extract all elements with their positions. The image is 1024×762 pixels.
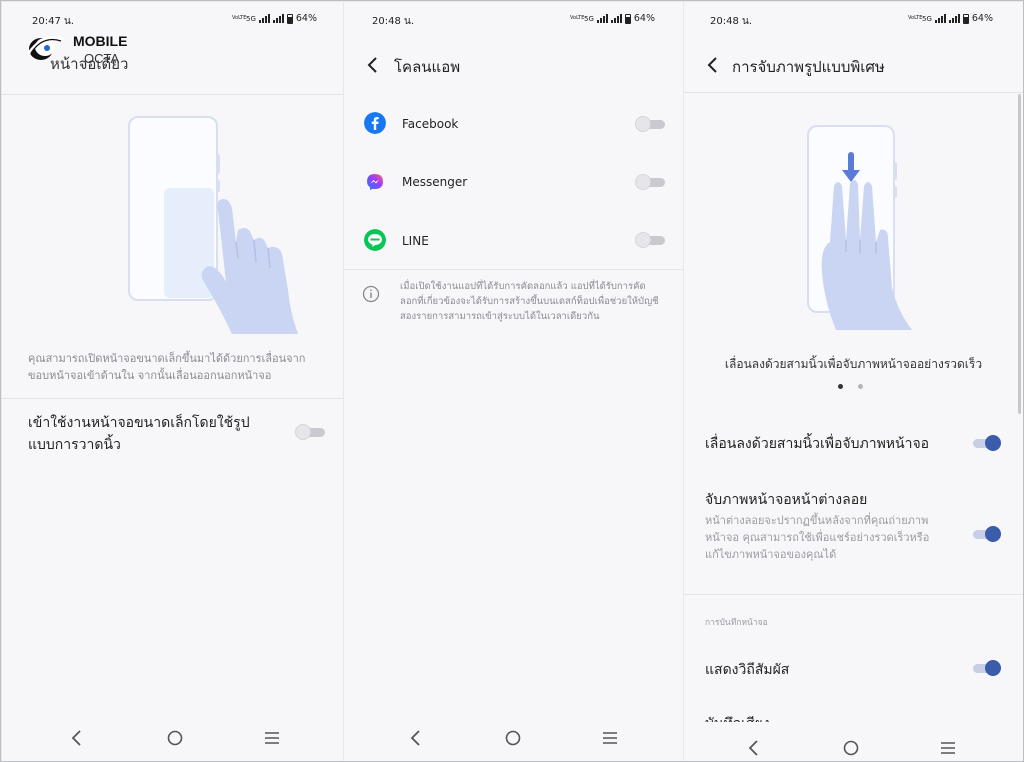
signal-icon bbox=[258, 14, 270, 23]
5g-label: 5G bbox=[245, 14, 256, 23]
three-finger-illustration bbox=[807, 125, 912, 330]
battery-percent: 64% bbox=[971, 13, 993, 24]
page-dot bbox=[858, 384, 863, 389]
nav-home-icon[interactable] bbox=[504, 729, 522, 747]
page-title: โคลนแอพ bbox=[394, 58, 461, 76]
nav-menu-icon[interactable] bbox=[602, 731, 618, 745]
app-row-line[interactable]: LINE bbox=[344, 224, 683, 258]
line-icon bbox=[364, 229, 386, 251]
nav-home-icon[interactable] bbox=[842, 739, 860, 757]
show-touches-toggle[interactable] bbox=[971, 660, 1001, 676]
status-icons: VoLTE 5G 64% bbox=[232, 13, 317, 24]
status-time: 20:48 น. bbox=[710, 16, 753, 27]
panel-one-handed: 20:47 น. VoLTE 5G 64% หน้าจอเดียว MOBILE bbox=[2, 2, 343, 761]
signal-icon bbox=[934, 14, 946, 23]
divider bbox=[684, 594, 1023, 595]
line-clone-toggle[interactable] bbox=[635, 232, 665, 248]
page-dot-active bbox=[838, 384, 843, 389]
logo-text-octa: OCTA bbox=[84, 51, 120, 66]
system-nav-bar bbox=[684, 727, 1023, 761]
app-row-messenger[interactable]: Messenger bbox=[344, 166, 683, 200]
one-handed-illustration bbox=[128, 116, 298, 334]
setting-label: บันทึกเสียง bbox=[705, 713, 770, 722]
status-time: 20:47 น. bbox=[32, 16, 75, 27]
app-name: LINE bbox=[402, 234, 429, 248]
screenshot-frame: 20:47 น. VoLTE 5G 64% หน้าจอเดียว MOBILE bbox=[0, 0, 1024, 762]
setting-row-show-touches[interactable]: แสดงวิถีสัมผัส bbox=[684, 652, 1023, 686]
facebook-icon bbox=[364, 112, 386, 134]
page-title: การจับภาพรูปแบบพิเศษ bbox=[732, 58, 885, 76]
battery-icon bbox=[962, 13, 969, 24]
panel-app-clone: 20:48 น. VoLTE 5G 64% โคลนแอพ Facebook M… bbox=[344, 2, 683, 761]
5g-label: 5G bbox=[921, 14, 932, 23]
divider bbox=[2, 94, 343, 95]
nav-back-icon[interactable] bbox=[748, 739, 760, 757]
status-icons: VoLTE 5G 64% bbox=[570, 13, 655, 24]
logo-icon bbox=[27, 36, 64, 60]
messenger-clone-toggle[interactable] bbox=[635, 174, 665, 190]
info-text: เมื่อเปิดใช้งานแอปที่ได้รับการคัดลอกแล้ว… bbox=[400, 281, 659, 322]
signal-icon bbox=[272, 14, 284, 23]
status-bar: 20:48 น. VoLTE 5G 64% bbox=[344, 13, 683, 29]
volte-icon: VoLTE bbox=[231, 15, 247, 21]
status-bar: 20:47 น. VoLTE 5G 64% bbox=[2, 13, 343, 29]
feature-description: คุณสามารถเปิดหน้าจอขนาดเล็กขึ้นมาได้ด้วย… bbox=[28, 352, 306, 382]
header: การจับภาพรูปแบบพิเศษ bbox=[684, 52, 1023, 78]
app-name: Facebook bbox=[402, 117, 459, 131]
system-nav-bar bbox=[2, 727, 343, 751]
5g-label: 5G bbox=[583, 14, 594, 23]
app-row-facebook[interactable]: Facebook bbox=[344, 108, 683, 142]
facebook-clone-toggle[interactable] bbox=[635, 116, 665, 132]
setting-row-gesture-small-screen[interactable]: เข้าใช้งานหน้าจอขนาดเล็กโดยใช้รูปแบบการว… bbox=[2, 406, 343, 466]
app-name: Messenger bbox=[402, 175, 468, 189]
status-time: 20:48 น. bbox=[372, 16, 415, 27]
setting-row-record-audio[interactable]: บันทึกเสียง bbox=[684, 708, 1023, 722]
setting-row-floating-window[interactable]: จับภาพหน้าจอหน้าต่างลอย หน้าต่างลอยจะปรา… bbox=[684, 486, 1023, 586]
status-icons: VoLTE 5G 64% bbox=[908, 13, 993, 24]
system-nav-bar bbox=[344, 727, 683, 751]
status-bar: 20:48 น. VoLTE 5G 64% bbox=[684, 13, 1023, 29]
messenger-icon bbox=[367, 174, 383, 190]
section-header: การบันทึกหน้าจอ bbox=[705, 618, 768, 628]
setting-row-three-finger[interactable]: เลื่อนลงด้วยสามนิ้วเพื่อจับภาพหน้าจอ bbox=[684, 426, 1023, 462]
illustration-caption: เลื่อนลงด้วยสามนิ้วเพื่อจับภาพหน้าจออย่า… bbox=[724, 357, 983, 371]
battery-icon bbox=[624, 13, 631, 24]
logo-text-mobile: MOBILE bbox=[73, 33, 128, 49]
signal-icon bbox=[610, 14, 622, 23]
setting-label: แสดงวิถีสัมผัส bbox=[705, 662, 790, 678]
nav-menu-icon[interactable] bbox=[264, 731, 280, 745]
setting-description: หน้าต่างลอยจะปรากฏขึ้นหลังจากที่คุณถ่ายภ… bbox=[705, 514, 930, 561]
floating-window-toggle[interactable] bbox=[971, 526, 1001, 542]
page-indicator[interactable] bbox=[838, 382, 868, 392]
nav-home-icon[interactable] bbox=[166, 729, 184, 747]
divider bbox=[684, 92, 1023, 93]
battery-icon bbox=[286, 13, 293, 24]
signal-icon bbox=[596, 14, 608, 23]
gesture-small-screen-toggle[interactable] bbox=[295, 424, 325, 440]
nav-menu-icon[interactable] bbox=[940, 741, 956, 755]
divider bbox=[344, 269, 683, 270]
battery-percent: 64% bbox=[295, 13, 317, 24]
three-finger-screenshot-toggle[interactable] bbox=[971, 435, 1001, 451]
info-icon bbox=[362, 285, 380, 303]
volte-icon: VoLTE bbox=[569, 15, 585, 21]
watermark-logo: MOBILE OCTA bbox=[23, 31, 143, 71]
divider bbox=[2, 398, 343, 399]
setting-label: เข้าใช้งานหน้าจอขนาดเล็กโดยใช้รูปแบบการว… bbox=[28, 415, 250, 453]
volte-icon: VoLTE bbox=[907, 15, 923, 21]
signal-icon bbox=[948, 14, 960, 23]
header: โคลนแอพ bbox=[344, 52, 683, 78]
nav-back-icon[interactable] bbox=[71, 729, 83, 747]
back-arrow-icon[interactable] bbox=[366, 55, 380, 75]
back-arrow-icon[interactable] bbox=[706, 55, 720, 75]
panel-special-screenshot: 20:48 น. VoLTE 5G 64% การจับภาพรูปแบบพิเ… bbox=[684, 2, 1023, 761]
setting-label: จับภาพหน้าจอหน้าต่างลอย bbox=[705, 492, 868, 508]
nav-back-icon[interactable] bbox=[410, 729, 422, 747]
setting-label: เลื่อนลงด้วยสามนิ้วเพื่อจับภาพหน้าจอ bbox=[705, 436, 930, 452]
battery-percent: 64% bbox=[633, 13, 655, 24]
